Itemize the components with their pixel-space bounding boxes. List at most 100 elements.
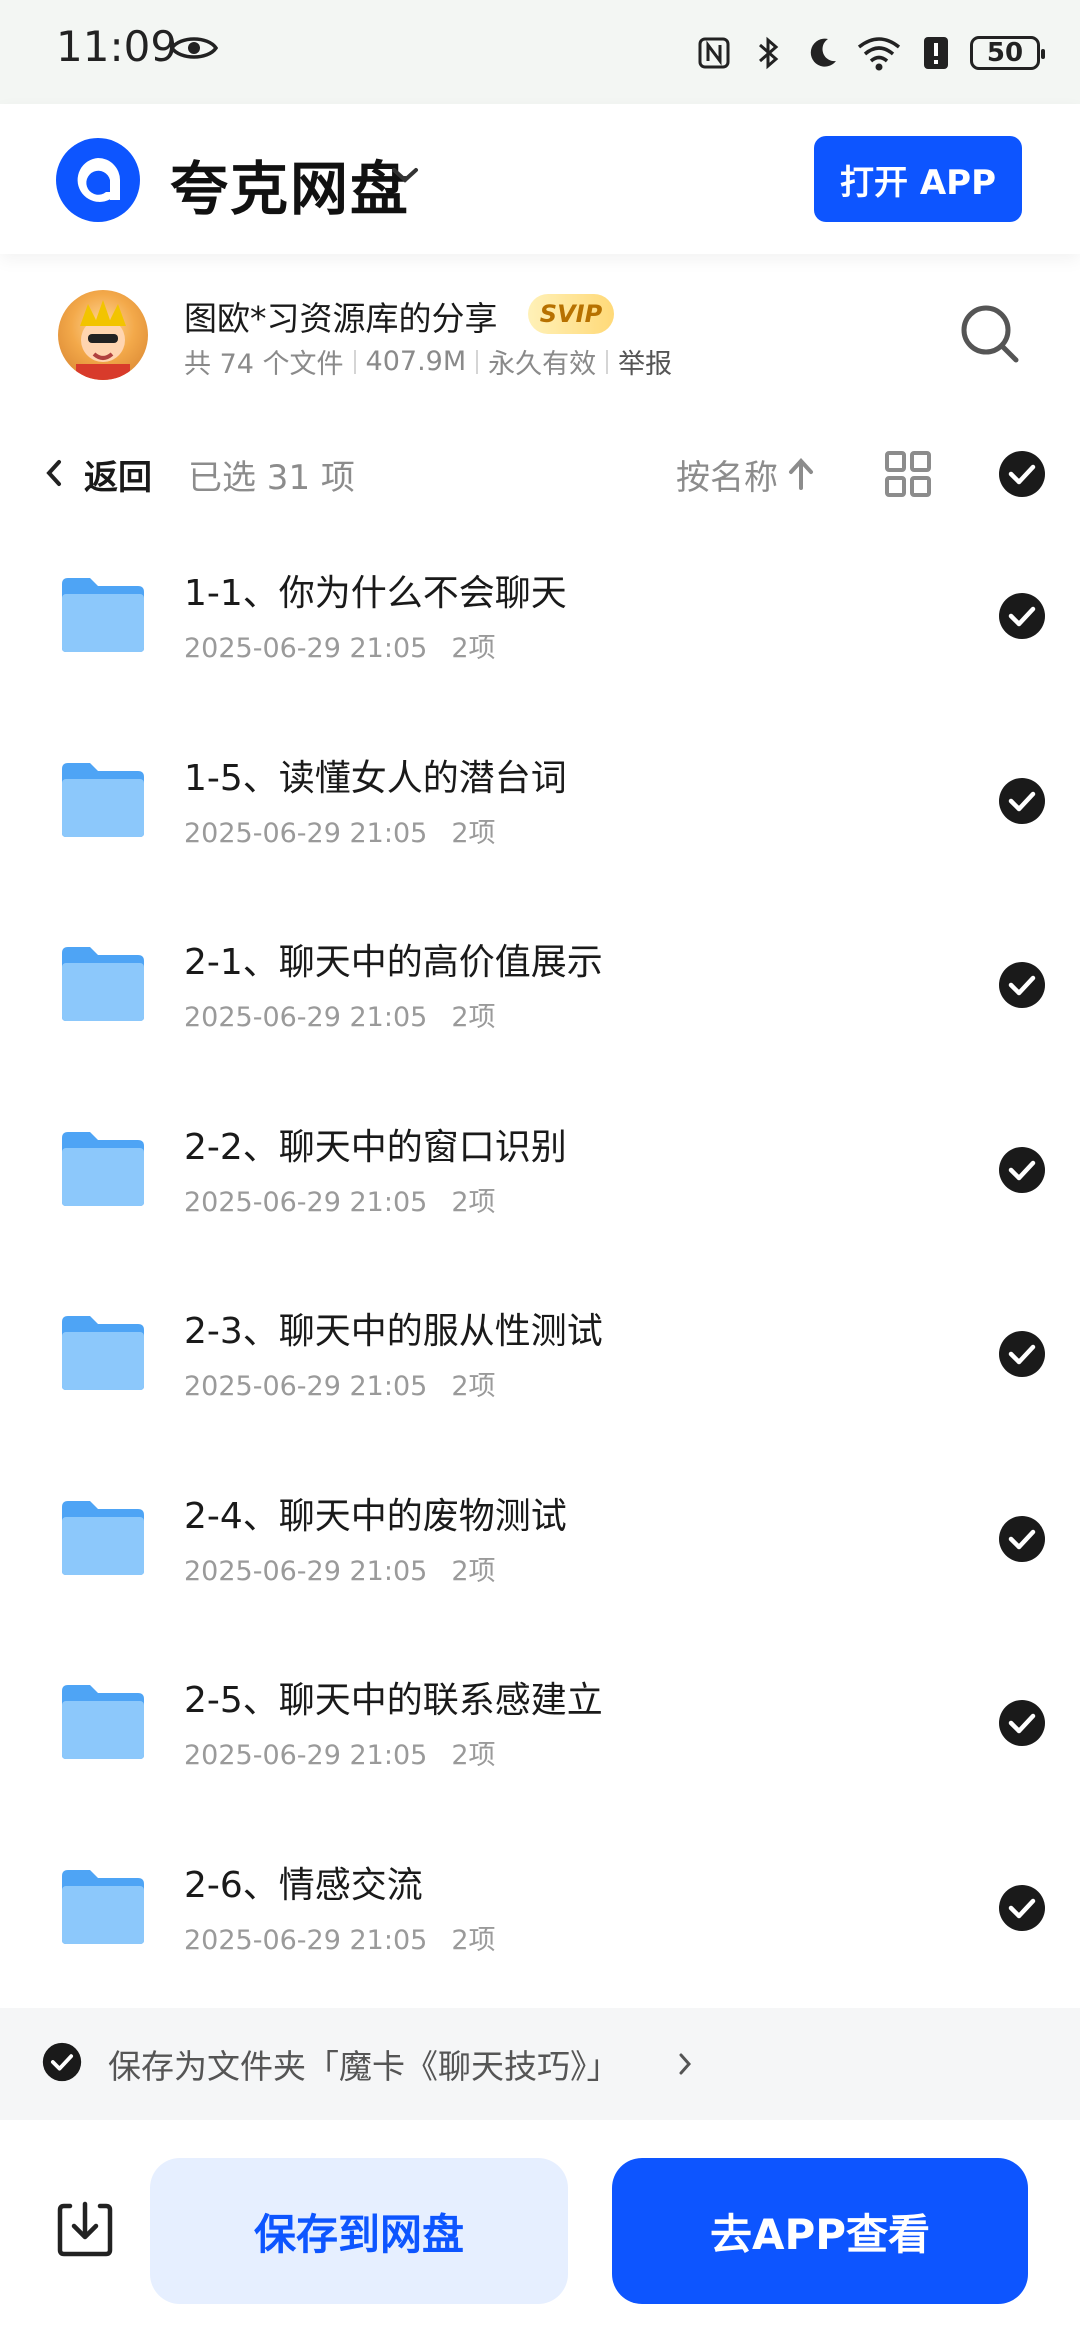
file-date: 2025-06-29 21:05 bbox=[184, 1002, 428, 1033]
folder-icon bbox=[62, 578, 144, 652]
checkbox[interactable] bbox=[998, 1146, 1046, 1194]
file-count: 2项 bbox=[451, 1740, 496, 1771]
file-date: 2025-06-29 21:05 bbox=[184, 1924, 428, 1956]
divider bbox=[606, 349, 609, 374]
chevron-down-icon[interactable] bbox=[390, 164, 420, 188]
file-meta: 2025-06-29 21:05 2项 bbox=[184, 626, 496, 665]
file-count: 2项 bbox=[451, 1555, 496, 1587]
list-item[interactable]: 2-3、聊天中的服从性测试 2025-06-29 21:05 2项 bbox=[0, 1280, 1080, 1465]
file-name: 2-4、聊天中的废物测试 bbox=[184, 1495, 567, 1537]
file-count: 2项 bbox=[451, 1002, 496, 1033]
file-count: 2项 bbox=[451, 817, 496, 849]
file-meta: 2025-06-29 21:05 2项 bbox=[184, 1364, 496, 1403]
file-date: 2025-06-29 21:05 bbox=[184, 817, 428, 849]
folder-icon bbox=[62, 1685, 144, 1759]
quark-logo[interactable] bbox=[56, 138, 140, 222]
file-count: 2项 bbox=[451, 1371, 496, 1402]
chevron-right-icon[interactable] bbox=[678, 2052, 692, 2076]
list-item[interactable]: 2-5、聊天中的联系感建立 2025-06-29 21:05 2项 bbox=[0, 1649, 1080, 1834]
checkbox[interactable] bbox=[998, 1884, 1046, 1932]
checkbox[interactable] bbox=[998, 1699, 1046, 1747]
sort-button[interactable]: 按名称 bbox=[676, 450, 778, 499]
divider bbox=[353, 349, 356, 374]
share-meta: 共 74 个文件 407.9M 永久有效 举报 bbox=[184, 342, 672, 381]
file-count: 2项 bbox=[451, 1186, 496, 1218]
file-date: 2025-06-29 21:05 bbox=[184, 1555, 428, 1587]
file-name: 1-1、你为什么不会聊天 bbox=[184, 573, 567, 614]
bottom-action-bar: 保存到网盘 去APP查看 bbox=[0, 2120, 1080, 2340]
total-size: 407.9M bbox=[365, 346, 467, 377]
file-date: 2025-06-29 21:05 bbox=[184, 1740, 428, 1771]
divider bbox=[476, 349, 479, 374]
list-item[interactable]: 1-1、你为什么不会聊天 2025-06-29 21:05 2项 bbox=[0, 542, 1080, 727]
file-meta: 2025-06-29 21:05 2项 bbox=[184, 1733, 496, 1772]
file-meta: 2025-06-29 21:05 2项 bbox=[184, 1549, 496, 1588]
folder-icon bbox=[62, 762, 144, 837]
validity: 永久有效 bbox=[488, 349, 597, 380]
file-name: 2-1、聊天中的高价值展示 bbox=[184, 942, 603, 983]
status-time: 11:09 bbox=[56, 22, 178, 71]
folder-icon bbox=[62, 1131, 144, 1206]
file-meta: 2025-06-29 21:05 2项 bbox=[184, 1180, 496, 1219]
status-bar: 11:09 50 bbox=[0, 0, 1080, 104]
download-icon[interactable] bbox=[56, 2200, 114, 2258]
file-count: 2项 bbox=[451, 1924, 496, 1956]
selected-count: 已选 31 项 bbox=[188, 458, 355, 498]
folder-icon bbox=[62, 1316, 144, 1390]
select-all-checkbox[interactable] bbox=[998, 450, 1046, 498]
save-as-folder-bar[interactable]: 保存为文件夹「魔卡《聊天技巧》」 bbox=[0, 2008, 1080, 2120]
arrow-up-icon[interactable] bbox=[786, 456, 816, 492]
file-date: 2025-06-29 21:05 bbox=[184, 633, 428, 664]
search-icon[interactable] bbox=[958, 302, 1022, 366]
file-meta: 2025-06-29 21:05 2项 bbox=[184, 811, 496, 850]
file-name: 2-3、聊天中的服从性测试 bbox=[184, 1311, 603, 1352]
checkbox[interactable] bbox=[998, 961, 1046, 1009]
list-item[interactable]: 2-6、情感交流 2025-06-29 21:05 2项 bbox=[0, 1834, 1080, 2019]
chevron-left-icon[interactable] bbox=[44, 456, 64, 490]
bluetooth-icon bbox=[759, 36, 779, 70]
back-button[interactable]: 返回 bbox=[84, 450, 152, 499]
report-link[interactable]: 举报 bbox=[618, 342, 672, 381]
wifi-icon bbox=[857, 37, 901, 71]
svip-badge: SVIP bbox=[528, 294, 614, 334]
folder-icon bbox=[62, 1500, 144, 1575]
save-as-checkbox[interactable] bbox=[42, 2042, 82, 2082]
battery-level: 50 bbox=[986, 38, 1024, 68]
share-title: 图欧*习资源库的分享 bbox=[184, 299, 498, 338]
checkbox[interactable] bbox=[998, 592, 1046, 640]
save-to-drive-button[interactable]: 保存到网盘 bbox=[150, 2158, 568, 2304]
list-item[interactable]: 1-5、读懂女人的潜台词 2025-06-29 21:05 2项 bbox=[0, 727, 1080, 912]
view-in-app-button[interactable]: 去APP查看 bbox=[612, 2158, 1028, 2304]
app-header: 夸克网盘 打开 APP bbox=[0, 104, 1080, 254]
file-name: 2-6、情感交流 bbox=[184, 1864, 423, 1906]
battery-icon: 50 bbox=[970, 36, 1045, 70]
file-meta: 2025-06-29 21:05 2项 bbox=[184, 1918, 496, 1957]
file-count: 2项 bbox=[451, 633, 496, 664]
share-info: 图欧*习资源库的分享 SVIP 共 74 个文件 407.9M 永久有效 举报 bbox=[0, 270, 1080, 400]
list-toolbar: 返回 已选 31 项 按名称 bbox=[0, 420, 1080, 526]
list-item[interactable]: 2-4、聊天中的废物测试 2025-06-29 21:05 2项 bbox=[0, 1465, 1080, 1650]
folder-icon bbox=[62, 1869, 144, 1944]
file-count: 共 74 个文件 bbox=[184, 349, 344, 380]
file-date: 2025-06-29 21:05 bbox=[184, 1371, 428, 1402]
list-item[interactable]: 2-1、聊天中的高价值展示 2025-06-29 21:05 2项 bbox=[0, 911, 1080, 1096]
save-as-label[interactable]: 保存为文件夹「魔卡《聊天技巧》」 bbox=[108, 2040, 620, 2088]
file-name: 2-5、聊天中的联系感建立 bbox=[184, 1680, 603, 1721]
file-name: 2-2、聊天中的窗口识别 bbox=[184, 1126, 567, 1168]
nfc-icon bbox=[698, 37, 730, 69]
eye-icon bbox=[170, 37, 218, 59]
checkbox[interactable] bbox=[998, 777, 1046, 825]
folder-icon bbox=[62, 947, 144, 1021]
list-item[interactable]: 2-2、聊天中的窗口识别 2025-06-29 21:05 2项 bbox=[0, 1096, 1080, 1281]
moon-icon bbox=[810, 38, 836, 67]
file-meta: 2025-06-29 21:05 2项 bbox=[184, 995, 496, 1034]
file-list: 1-1、你为什么不会聊天 2025-06-29 21:05 2项 1-5、读懂女人… bbox=[0, 542, 1080, 2018]
grid-view-icon[interactable] bbox=[884, 450, 932, 498]
app-title[interactable]: 夸克网盘 bbox=[170, 142, 410, 226]
open-app-button[interactable]: 打开 APP bbox=[814, 136, 1022, 222]
checkbox[interactable] bbox=[998, 1515, 1046, 1563]
file-name: 1-5、读懂女人的潜台词 bbox=[184, 757, 567, 799]
checkbox[interactable] bbox=[998, 1330, 1046, 1378]
alert-icon bbox=[924, 37, 948, 69]
avatar bbox=[58, 290, 148, 380]
